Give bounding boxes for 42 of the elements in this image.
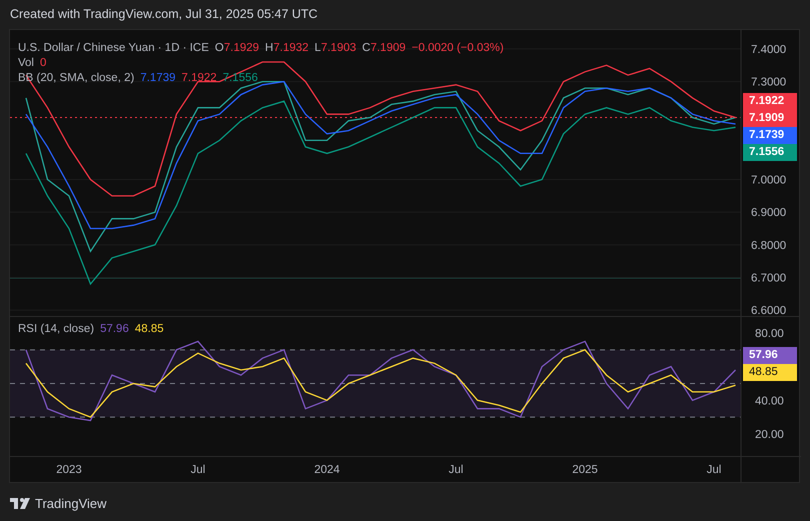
indicator-value: 57.96 bbox=[100, 322, 129, 334]
price-tag: 7.1909 bbox=[743, 110, 797, 127]
axis-label: 6.8000 bbox=[751, 240, 786, 252]
axis-label: 80.00 bbox=[755, 328, 784, 340]
indicator-value: 7.1739 bbox=[140, 72, 176, 84]
price-change: −0.0020 (−0.03%) bbox=[412, 42, 504, 54]
time-label: 2023 bbox=[56, 464, 82, 476]
ohlc-value: 7.1929 bbox=[224, 42, 260, 54]
time-label: Jul bbox=[706, 464, 722, 476]
axis-label: 7.3000 bbox=[751, 76, 786, 89]
axis-label: 20.00 bbox=[755, 428, 784, 441]
axis-label: 7.0000 bbox=[751, 174, 786, 187]
indicator-label: RSI (14, close) bbox=[18, 322, 94, 334]
price-tag: 7.1922 bbox=[743, 93, 797, 110]
volume-label: Vol bbox=[18, 56, 34, 68]
price-tag: 7.1739 bbox=[743, 127, 797, 144]
ohlc-key: L bbox=[314, 42, 321, 54]
volume-value: 0 bbox=[40, 56, 46, 68]
ohlc-value: 7.1903 bbox=[320, 42, 356, 54]
value-tag: 57.96 bbox=[743, 347, 797, 364]
brand-name: TradingView bbox=[35, 496, 107, 511]
ohlc-key: C bbox=[362, 42, 370, 54]
axis-label: 7.4000 bbox=[751, 44, 786, 56]
axis-label: 6.6000 bbox=[751, 305, 786, 316]
symbol-title: U.S. Dollar / Chinese Yuan · 1D · ICE bbox=[18, 42, 209, 54]
ohlc-value: 7.1932 bbox=[273, 42, 309, 54]
chart-caption: Created with TradingView.com, Jul 31, 2025 05:47 UTC bbox=[9, 6, 319, 23]
time-label: Jul bbox=[190, 464, 206, 476]
price-tag: 7.1556 bbox=[743, 144, 797, 161]
axis-label: 6.7000 bbox=[751, 272, 786, 284]
indicator-value: 7.1922 bbox=[182, 72, 217, 84]
indicator-value: 48.85 bbox=[134, 322, 164, 334]
time-label: 2025 bbox=[572, 464, 598, 476]
ohlc-value: 7.1909 bbox=[370, 42, 406, 54]
ohlc-key: O bbox=[214, 42, 224, 54]
value-tag: 48.85 bbox=[743, 364, 797, 381]
time-label: Jul bbox=[448, 464, 464, 476]
axis-label: 6.9000 bbox=[751, 207, 786, 220]
time-label: 2024 bbox=[314, 464, 340, 476]
ohlc-key: H bbox=[265, 42, 274, 54]
axis-label: 40.00 bbox=[755, 395, 784, 408]
logo-icon bbox=[10, 498, 30, 509]
